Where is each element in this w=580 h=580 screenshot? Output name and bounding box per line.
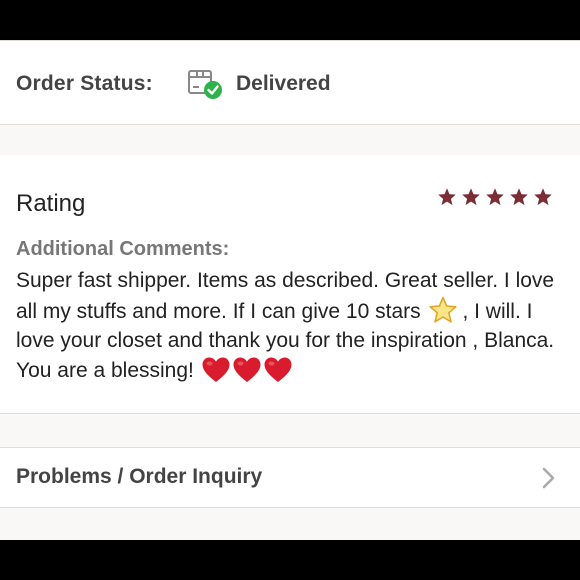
additional-comments-label: Additional Comments: bbox=[16, 238, 230, 260]
star-icon bbox=[486, 188, 504, 205]
rating-card: Rating Additional Comments: Super fast s… bbox=[0, 155, 580, 414]
problems-order-inquiry-label: Problems / Order Inquiry bbox=[16, 465, 263, 488]
red-heart-emoji-icon bbox=[233, 357, 261, 382]
order-status-label: Order Status: bbox=[16, 72, 153, 95]
star-emoji-icon bbox=[429, 296, 458, 323]
order-status-value: Delivered bbox=[236, 72, 331, 95]
red-heart-emoji-icon bbox=[264, 357, 292, 382]
package-delivered-icon bbox=[186, 65, 226, 101]
star-icon bbox=[510, 188, 528, 205]
problems-order-inquiry-row[interactable]: Problems / Order Inquiry bbox=[0, 447, 580, 508]
bottom-black-bar bbox=[0, 540, 580, 580]
star-icon bbox=[462, 188, 480, 205]
order-status-card: Order Status: Delivered bbox=[0, 40, 580, 125]
rating-stars bbox=[437, 187, 553, 211]
top-black-bar bbox=[0, 0, 580, 40]
comment-text: Super fast shipper. Items as described. … bbox=[16, 266, 566, 385]
order-details-screen: Order Status: Delivered Rating Additiona… bbox=[0, 40, 580, 540]
chevron-right-icon bbox=[542, 467, 555, 489]
red-heart-emoji-icon bbox=[202, 357, 230, 382]
star-icon bbox=[534, 188, 552, 205]
star-icon bbox=[438, 188, 456, 205]
rating-title: Rating bbox=[16, 190, 86, 217]
